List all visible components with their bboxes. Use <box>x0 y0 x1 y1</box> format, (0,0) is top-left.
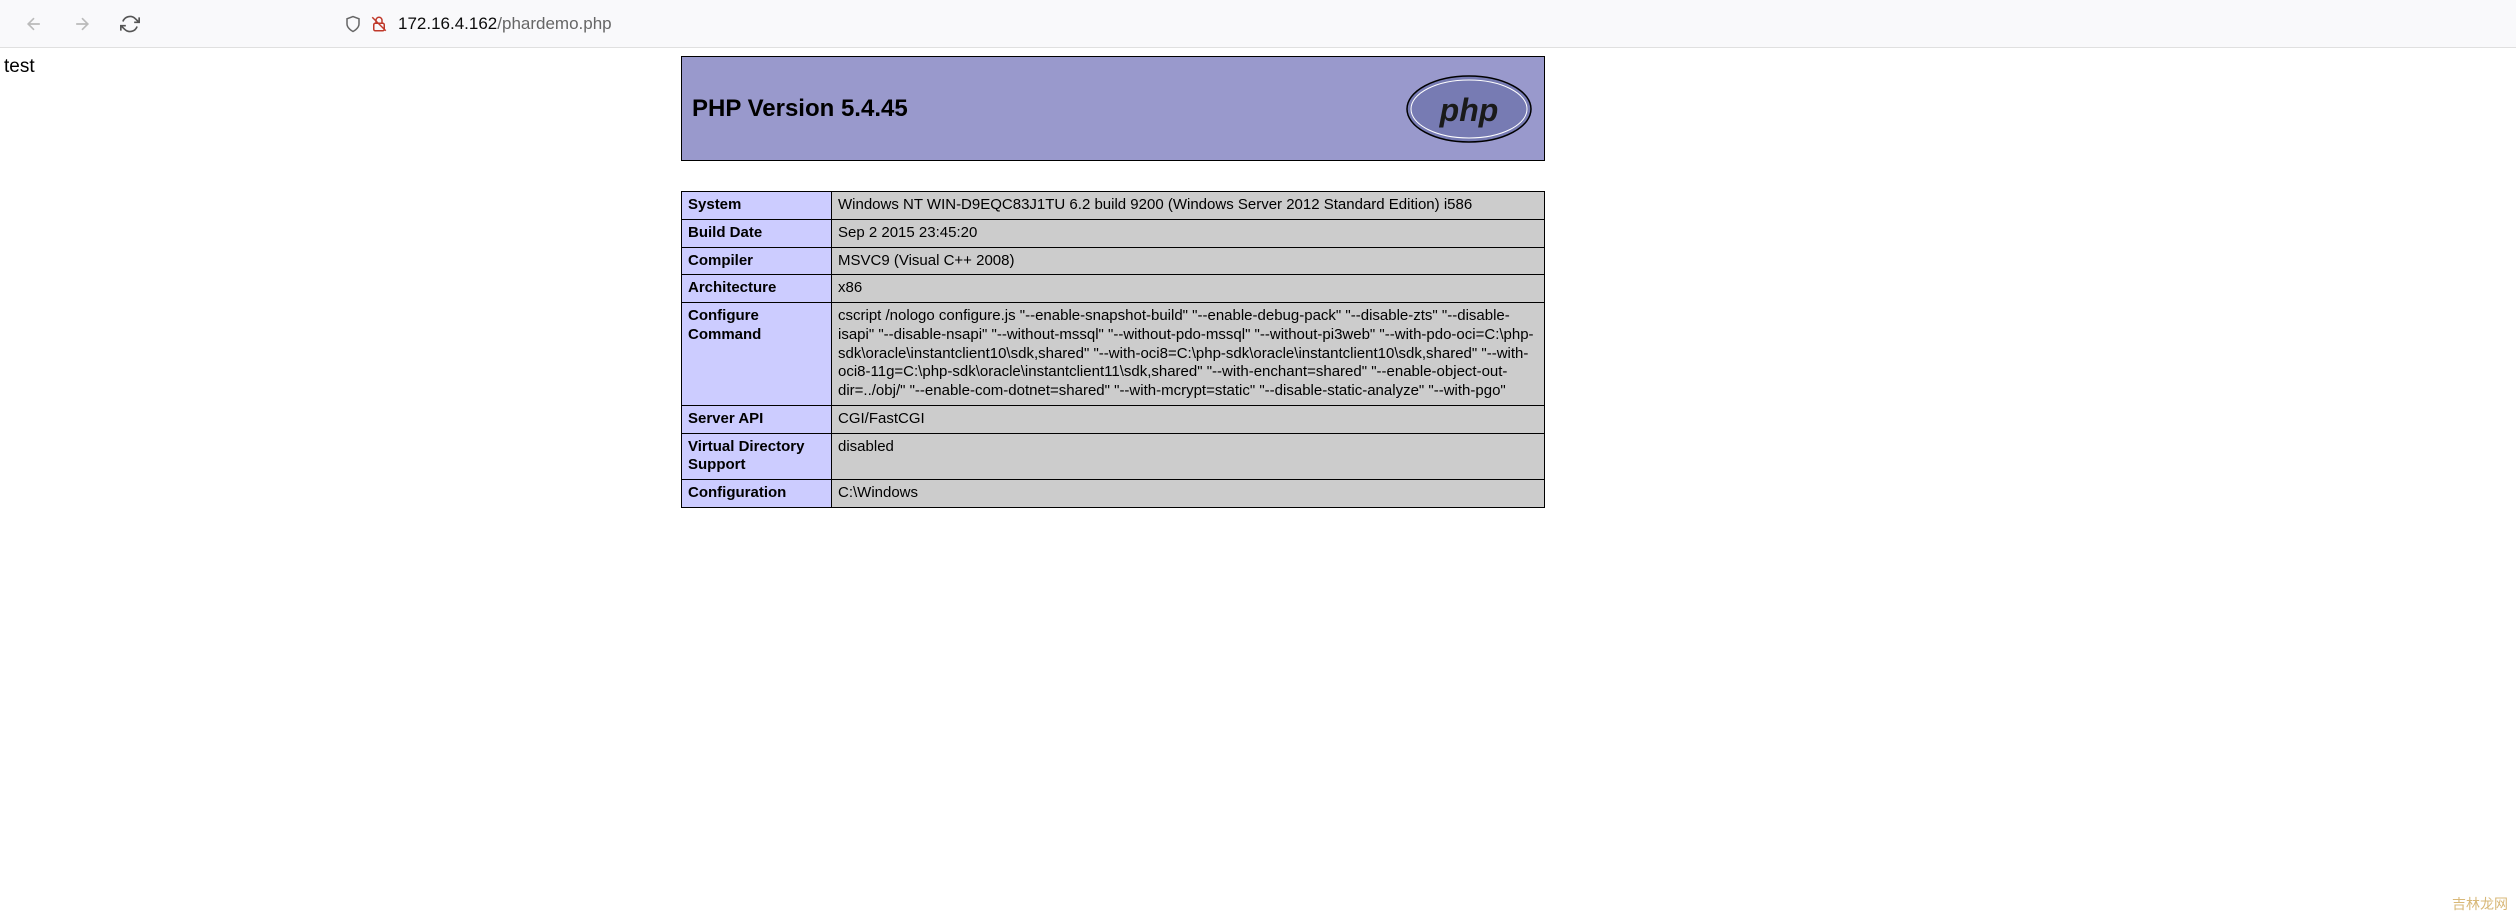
info-label: Virtual Directory Support <box>682 433 832 480</box>
shield-icon[interactable] <box>344 15 362 33</box>
table-row: ConfigurationC:\Windows <box>682 480 1545 508</box>
reload-icon <box>120 14 140 34</box>
security-icons <box>344 15 388 33</box>
lock-insecure-icon[interactable] <box>370 15 388 33</box>
table-row: Server APICGI/FastCGI <box>682 405 1545 433</box>
url-display: 172.16.4.162/phardemo.php <box>398 14 612 34</box>
table-row: Architecturex86 <box>682 275 1545 303</box>
nav-buttons <box>20 10 144 38</box>
arrow-right-icon <box>72 14 92 34</box>
reload-button[interactable] <box>116 10 144 38</box>
info-label: Architecture <box>682 275 832 303</box>
php-logo-icon: php <box>1404 74 1534 144</box>
info-label: Configuration <box>682 480 832 508</box>
info-label: Configure Command <box>682 303 832 406</box>
info-label: Compiler <box>682 247 832 275</box>
info-value: MSVC9 (Visual C++ 2008) <box>832 247 1545 275</box>
address-bar[interactable]: 172.16.4.162/phardemo.php <box>344 14 612 34</box>
forward-button[interactable] <box>68 10 96 38</box>
info-value: x86 <box>832 275 1545 303</box>
page-content: test PHP Version 5.4.45 php SystemWindow… <box>0 48 2516 516</box>
url-host: 172.16.4.162 <box>398 14 497 33</box>
table-row: Virtual Directory Supportdisabled <box>682 433 1545 480</box>
arrow-left-icon <box>24 14 44 34</box>
phpinfo-table: SystemWindows NT WIN-D9EQC83J1TU 6.2 bui… <box>681 191 1545 508</box>
php-version-title: PHP Version 5.4.45 <box>692 95 908 123</box>
table-row: Build DateSep 2 2015 23:45:20 <box>682 219 1545 247</box>
phpinfo-header: PHP Version 5.4.45 php <box>681 56 1545 161</box>
info-value: CGI/FastCGI <box>832 405 1545 433</box>
phpinfo-container: PHP Version 5.4.45 php SystemWindows NT … <box>681 56 1545 508</box>
svg-text:php: php <box>1439 92 1499 128</box>
info-label: Build Date <box>682 219 832 247</box>
info-value: C:\Windows <box>832 480 1545 508</box>
back-button[interactable] <box>20 10 48 38</box>
browser-toolbar: 172.16.4.162/phardemo.php <box>0 0 2516 48</box>
info-value: cscript /nologo configure.js "--enable-s… <box>832 303 1545 406</box>
table-row: SystemWindows NT WIN-D9EQC83J1TU 6.2 bui… <box>682 192 1545 220</box>
table-row: Configure Commandcscript /nologo configu… <box>682 303 1545 406</box>
info-value: Sep 2 2015 23:45:20 <box>832 219 1545 247</box>
info-label: System <box>682 192 832 220</box>
info-value: Windows NT WIN-D9EQC83J1TU 6.2 build 920… <box>832 192 1545 220</box>
info-value: disabled <box>832 433 1545 480</box>
table-row: CompilerMSVC9 (Visual C++ 2008) <box>682 247 1545 275</box>
watermark: 吉林龙网 <box>2452 894 2508 914</box>
url-path: /phardemo.php <box>497 14 611 33</box>
info-label: Server API <box>682 405 832 433</box>
